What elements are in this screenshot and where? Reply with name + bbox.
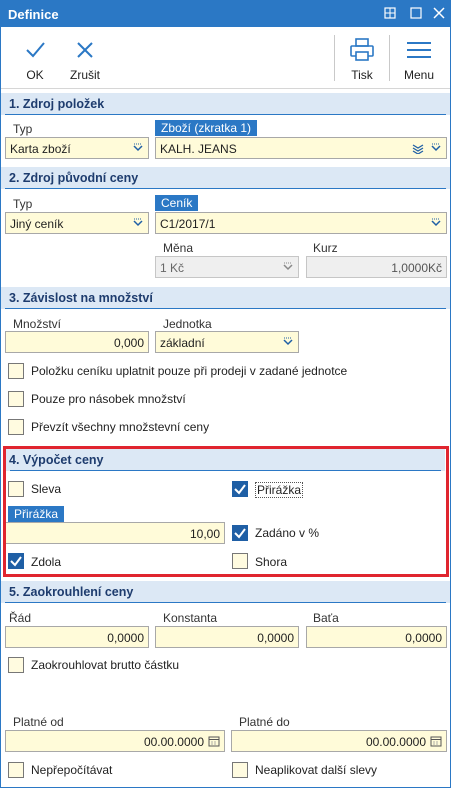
- item-type-select[interactable]: Karta zboží: [5, 137, 149, 159]
- valid-to-value: 00.00.0000: [365, 735, 426, 749]
- qty-field[interactable]: 0,000: [5, 331, 149, 353]
- chevron-down-icon[interactable]: [430, 142, 442, 154]
- no-recalc-label: Nepřepočítávat: [31, 763, 113, 777]
- stack-icon[interactable]: [412, 142, 424, 154]
- gross-label: Zaokrouhlovat brutto částku: [31, 658, 180, 672]
- section-title: 3. Závislost na množství: [9, 291, 153, 305]
- rate-field: 1,0000 Kč: [306, 256, 447, 278]
- valid-from-label: Platné od: [13, 715, 64, 729]
- currency-label: Měna: [163, 241, 194, 255]
- type-label: Typ: [13, 122, 33, 136]
- section-title: 5. Zaokrouhlení ceny: [9, 585, 134, 599]
- ok-label: OK: [26, 68, 44, 82]
- order-value: 0,0000: [107, 631, 144, 645]
- title-bar: Definice: [1, 1, 450, 27]
- calendar-icon[interactable]: [208, 735, 220, 747]
- unit-value: základní: [160, 336, 205, 350]
- bata-value: 0,0000: [405, 631, 442, 645]
- menu-label: Menu: [403, 68, 435, 82]
- printer-icon: [350, 38, 374, 61]
- price-type-select[interactable]: Jiný ceník: [5, 212, 149, 234]
- rate-unit: Kč: [427, 261, 442, 275]
- cancel-label: Zrušit: [70, 68, 100, 82]
- ok-button[interactable]: OK: [21, 35, 49, 85]
- close-icon[interactable]: [430, 5, 448, 23]
- window-title: Definice: [8, 7, 59, 22]
- cancel-button[interactable]: Zrušit: [65, 35, 105, 85]
- multiple-only-checkbox[interactable]: [8, 391, 24, 407]
- chevron-down-icon: [431, 218, 441, 227]
- check-icon: [26, 42, 45, 58]
- multiple-only-label: Pouze pro násobek množství: [31, 392, 186, 406]
- no-other-discounts-checkbox[interactable]: [232, 762, 248, 778]
- toolbar-divider: [334, 35, 335, 81]
- rate-value: 1,0000: [391, 261, 428, 275]
- unit-select[interactable]: základní: [155, 331, 299, 353]
- section-price-source: 2. Zdroj původní ceny: [1, 167, 450, 189]
- no-recalc-checkbox[interactable]: [8, 762, 24, 778]
- pricelist-select[interactable]: C1/2017/1: [155, 212, 447, 234]
- qty-value: 0,000: [113, 336, 144, 350]
- unit-only-checkbox[interactable]: [8, 363, 24, 379]
- hamburger-icon: [407, 42, 431, 58]
- print-button[interactable]: Tisk: [343, 35, 381, 85]
- cross-icon: [77, 42, 93, 58]
- definition-window: Definice OK Zrušit Tisk Menu 1. Zdroj po…: [0, 0, 451, 788]
- restore-icon[interactable]: [381, 5, 399, 23]
- maximize-icon[interactable]: [407, 5, 425, 23]
- const-label: Konstanta: [163, 611, 218, 625]
- unit-label: Jednotka: [163, 317, 212, 331]
- section-title: 1. Zdroj položek: [9, 97, 105, 111]
- menu-button[interactable]: Menu: [399, 35, 439, 85]
- valid-to-label: Platné do: [239, 715, 290, 729]
- valid-from-value: 00.00.0000: [143, 735, 204, 749]
- toolbar: OK Zrušit Tisk Menu: [1, 27, 450, 89]
- chevron-down-icon: [283, 337, 293, 346]
- goods-label: Zboží (zkratka 1): [155, 120, 258, 136]
- valid-from-field[interactable]: 00.00.0000: [5, 730, 225, 752]
- pricelist-label: Ceník: [155, 195, 199, 211]
- pricelist-value: C1/2017/1: [160, 217, 216, 231]
- take-all-checkbox[interactable]: [8, 419, 24, 435]
- print-label: Tisk: [351, 68, 373, 82]
- valid-to-field[interactable]: 00.00.0000: [231, 730, 447, 752]
- bata-label: Baťa: [313, 611, 339, 625]
- const-value: 0,0000: [257, 631, 294, 645]
- no-other-discounts-label: Neaplikovat další slevy: [255, 763, 378, 777]
- unit-only-label: Položku ceníku uplatnit pouze při prodej…: [31, 364, 348, 378]
- goods-field[interactable]: KALH. JEANS: [155, 137, 447, 159]
- toolbar-divider: [389, 35, 390, 81]
- order-label: Řád: [9, 611, 32, 625]
- order-field[interactable]: 0,0000: [5, 626, 149, 648]
- take-all-label: Převzít všechny množstevní ceny: [31, 420, 210, 434]
- section-rounding: 5. Zaokrouhlení ceny: [1, 581, 450, 603]
- item-type-value: Karta zboží: [10, 142, 71, 156]
- currency-select: 1 Kč: [155, 256, 299, 278]
- qty-label: Množství: [13, 317, 62, 331]
- type-label: Typ: [13, 197, 33, 211]
- goods-value: KALH. JEANS: [160, 142, 237, 156]
- chevron-down-icon: [283, 262, 293, 271]
- currency-value: 1 Kč: [160, 261, 185, 275]
- bata-field[interactable]: 0,0000: [306, 626, 447, 648]
- highlight-frame: [3, 446, 449, 577]
- section-quantity: 3. Závislost na množství: [1, 287, 450, 309]
- const-field[interactable]: 0,0000: [155, 626, 299, 648]
- chevron-down-icon: [133, 218, 143, 227]
- rate-label: Kurz: [313, 241, 338, 255]
- price-type-value: Jiný ceník: [10, 217, 64, 231]
- chevron-down-icon: [133, 143, 143, 152]
- calendar-icon[interactable]: [430, 735, 442, 747]
- gross-checkbox[interactable]: [8, 657, 24, 673]
- section-title: 2. Zdroj původní ceny: [9, 171, 139, 185]
- section-item-source: 1. Zdroj položek: [1, 93, 450, 115]
